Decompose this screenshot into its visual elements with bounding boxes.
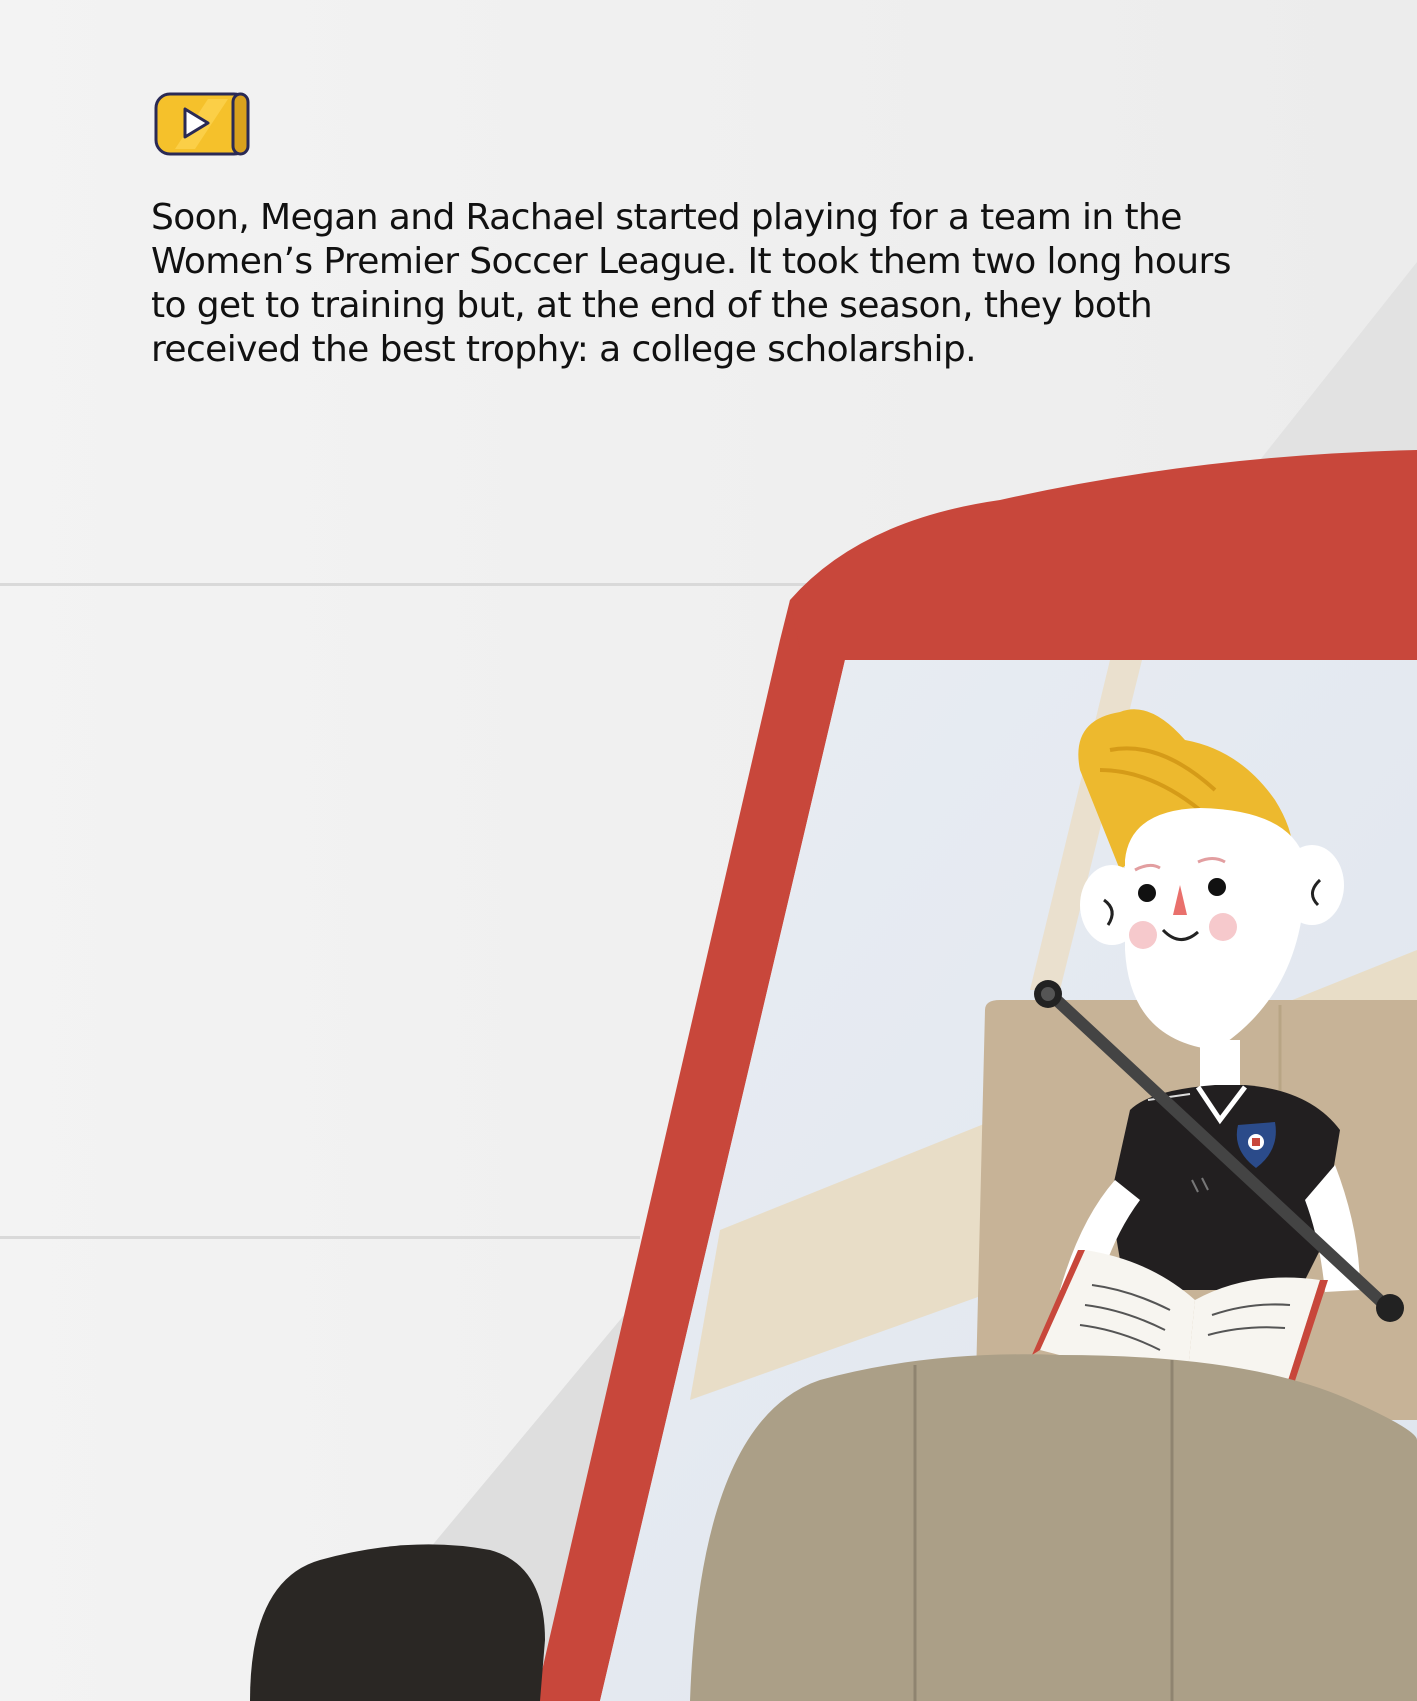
story-paragraph: Soon, Megan and Rachael started playing … bbox=[151, 197, 1231, 370]
play-icon bbox=[154, 92, 250, 156]
play-button[interactable] bbox=[153, 91, 253, 157]
wall-line-lower bbox=[0, 1236, 640, 1239]
left-eye bbox=[1138, 884, 1156, 902]
story-page: Soon, Megan and Rachael started playing … bbox=[0, 0, 1417, 1701]
right-eye bbox=[1208, 878, 1226, 896]
wall-line-upper bbox=[0, 583, 820, 586]
front-seat-headrest bbox=[690, 1354, 1417, 1701]
